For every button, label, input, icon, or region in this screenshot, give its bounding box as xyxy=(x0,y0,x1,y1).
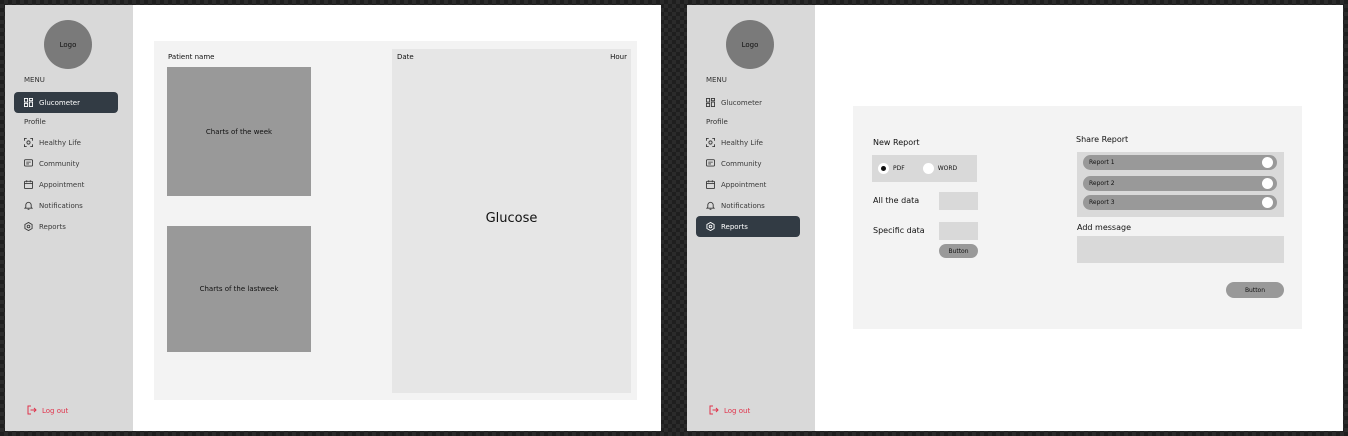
sidebar-item-label: Community xyxy=(721,159,762,168)
format-selector: PDF WORD xyxy=(872,155,977,182)
sidebar-item-label: Healthy Life xyxy=(721,138,763,147)
sidebar-item-glucometer[interactable]: Glucometer xyxy=(696,92,800,113)
settings-icon xyxy=(24,222,33,231)
all-data-field[interactable] xyxy=(939,192,978,210)
logout-label: Log out xyxy=(42,407,69,415)
grid-icon xyxy=(24,98,33,107)
reports-screen: Logo MENU Glucometer Profile Healthy Lif… xyxy=(687,5,1343,431)
radio-button[interactable] xyxy=(922,163,934,174)
radio-pdf[interactable]: PDF xyxy=(878,163,905,174)
logout-icon xyxy=(27,405,37,417)
profile-label: Profile xyxy=(706,118,728,126)
radio-label: WORD xyxy=(937,165,958,172)
report-label: Report 1 xyxy=(1089,159,1115,166)
radio-label: PDF xyxy=(893,165,905,172)
sidebar-item-healthy-life[interactable]: Healthy Life xyxy=(696,132,800,153)
list-item[interactable]: Report 3 xyxy=(1083,195,1277,210)
radio-word[interactable]: WORD xyxy=(922,163,958,174)
calendar-icon xyxy=(706,180,715,189)
grid-icon xyxy=(706,98,715,107)
logo: Logo xyxy=(726,20,774,69)
glucose-panel: Date Hour Glucose xyxy=(392,49,631,393)
logo: Logo xyxy=(44,20,92,69)
sidebar-item-healthy-life[interactable]: Healthy Life xyxy=(14,132,118,153)
sidebar-item-notifications[interactable]: Notifications xyxy=(14,195,118,216)
toggle-switch[interactable] xyxy=(1262,178,1273,189)
menu-label: MENU xyxy=(24,76,45,84)
report-label: Report 3 xyxy=(1089,199,1115,206)
sidebar-item-notifications[interactable]: Notifications xyxy=(696,195,800,216)
share-report-list: Report 1 Report 2 Report 3 xyxy=(1077,152,1284,217)
bell-icon xyxy=(24,201,33,210)
bell-icon xyxy=(706,201,715,210)
logout-icon xyxy=(709,405,719,417)
sidebar-item-label: Glucometer xyxy=(39,98,80,107)
sidebar-item-label: Glucometer xyxy=(721,98,762,107)
message-input[interactable] xyxy=(1077,236,1284,263)
specific-data-label: Specific data xyxy=(873,226,925,235)
sidebar-item-label: Notifications xyxy=(39,201,83,210)
sidebar-item-appointment[interactable]: Appointment xyxy=(696,174,800,195)
glucose-title: Glucose xyxy=(485,211,538,226)
patient-name-label: Patient name xyxy=(168,53,215,61)
specific-data-button[interactable]: Button xyxy=(939,244,978,258)
list-item[interactable]: Report 1 xyxy=(1083,155,1277,170)
dashboard-content: Patient name Charts of the week Charts o… xyxy=(154,41,637,400)
chart-lastweek[interactable]: Charts of the lastweek xyxy=(167,226,311,352)
logout-button[interactable]: Log out xyxy=(709,405,750,417)
logout-button[interactable]: Log out xyxy=(27,405,68,417)
sidebar-item-community[interactable]: Community xyxy=(14,153,118,174)
glucometer-screen: Logo MENU Glucometer Profile Healthy Lif… xyxy=(5,5,661,431)
profile-label: Profile xyxy=(24,118,46,126)
toggle-switch[interactable] xyxy=(1262,157,1273,168)
chart-week[interactable]: Charts of the week xyxy=(167,67,311,196)
sidebar-item-reports[interactable]: Reports xyxy=(696,216,800,237)
radio-button-selected[interactable] xyxy=(878,163,889,174)
menu-label: MENU xyxy=(706,76,727,84)
sidebar: Logo MENU Glucometer Profile Healthy Lif… xyxy=(5,5,133,431)
specific-data-field[interactable] xyxy=(939,222,978,240)
hour-label: Hour xyxy=(610,53,627,61)
chat-icon xyxy=(24,159,33,168)
sidebar-item-label: Community xyxy=(39,159,80,168)
settings-icon xyxy=(706,222,715,231)
toggle-switch[interactable] xyxy=(1262,197,1273,208)
sidebar-item-label: Reports xyxy=(39,222,66,231)
date-label: Date xyxy=(397,53,414,61)
sidebar-item-label: Reports xyxy=(721,222,748,231)
submit-button[interactable]: Button xyxy=(1226,282,1284,298)
report-label: Report 2 xyxy=(1089,180,1115,187)
list-item[interactable]: Report 2 xyxy=(1083,176,1277,191)
add-message-label: Add message xyxy=(1077,223,1131,232)
chat-icon xyxy=(706,159,715,168)
focus-icon xyxy=(706,138,715,147)
sidebar-item-appointment[interactable]: Appointment xyxy=(14,174,118,195)
all-data-label: All the data xyxy=(873,196,920,205)
report-panel: New Report PDF WORD All the data Specifi… xyxy=(853,106,1302,329)
sidebar-item-glucometer[interactable]: Glucometer xyxy=(14,92,118,113)
sidebar: Logo MENU Glucometer Profile Healthy Lif… xyxy=(687,5,815,431)
logout-label: Log out xyxy=(724,407,751,415)
sidebar-item-label: Appointment xyxy=(721,180,767,189)
sidebar-item-label: Healthy Life xyxy=(39,138,81,147)
focus-icon xyxy=(24,138,33,147)
share-report-title: Share Report xyxy=(1076,135,1129,144)
sidebar-item-reports[interactable]: Reports xyxy=(14,216,118,237)
sidebar-item-label: Appointment xyxy=(39,180,85,189)
sidebar-item-label: Notifications xyxy=(721,201,765,210)
new-report-title: New Report xyxy=(873,138,920,147)
sidebar-item-community[interactable]: Community xyxy=(696,153,800,174)
calendar-icon xyxy=(24,180,33,189)
